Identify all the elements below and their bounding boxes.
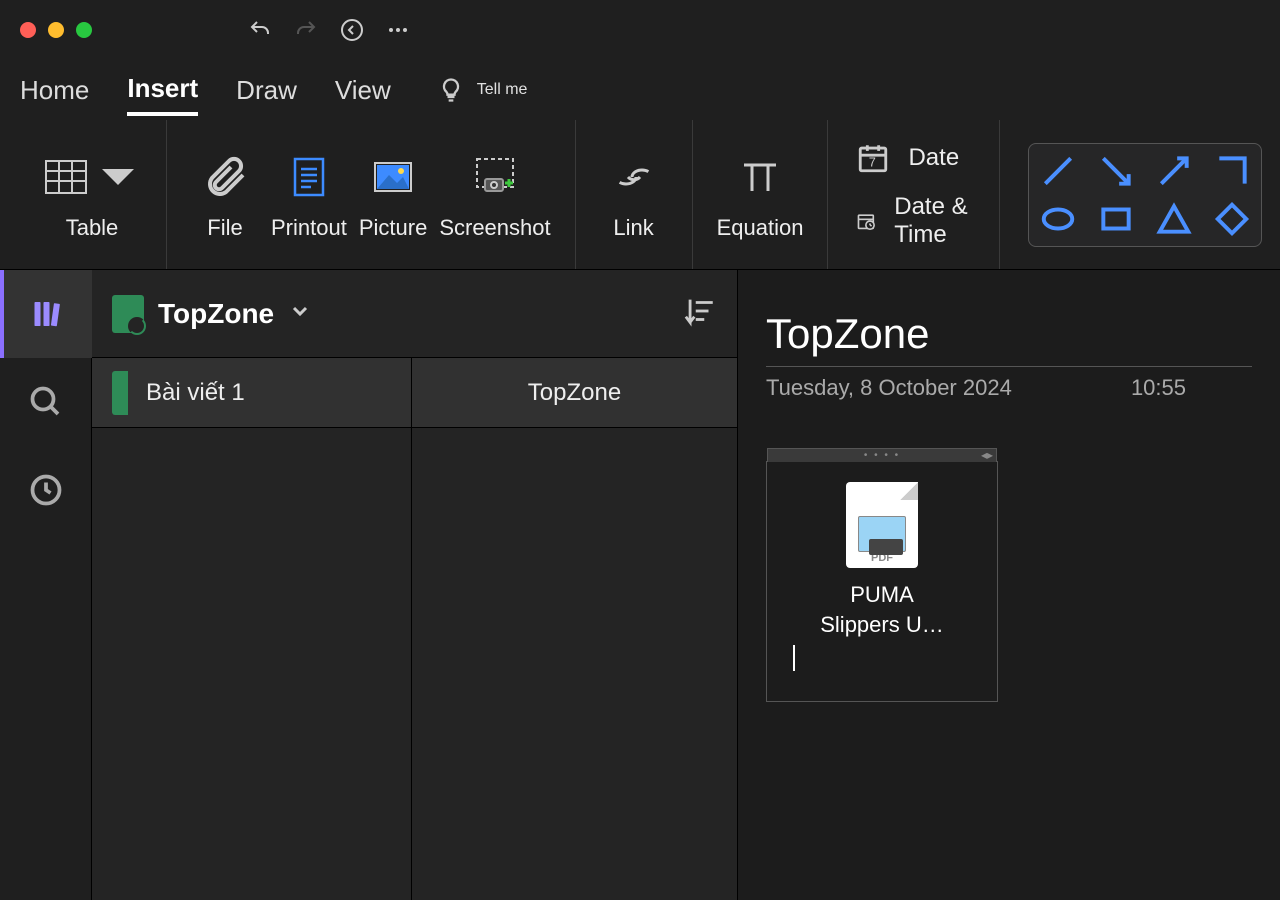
pdf-file-icon: PDF <box>846 482 918 568</box>
page-item[interactable]: TopZone <box>412 358 737 428</box>
sections-list: Bài viết 1 <box>92 358 412 900</box>
ribbon: Table File Printout Picture Screenshot L… <box>0 120 1280 270</box>
notebook-header: TopZone <box>92 270 737 358</box>
insert-date-button[interactable]: 7 Date <box>856 141 971 175</box>
notebook-icon <box>112 295 144 333</box>
section-name: Bài viết 1 <box>146 379 245 407</box>
calendar-clock-icon <box>856 204 876 238</box>
page-meta: Tuesday, 8 October 2024 10:55 <box>766 375 1186 401</box>
titlebar <box>0 0 1280 60</box>
shape-triangle-icon[interactable] <box>1155 200 1193 238</box>
container-nav-arrows[interactable]: ◂▸ <box>981 448 993 462</box>
printout-icon <box>285 149 333 205</box>
file-attachment[interactable]: PDF PUMA Slippers U… <box>775 482 989 639</box>
shape-line-icon[interactable] <box>1039 152 1077 190</box>
maximize-window[interactable] <box>76 22 92 38</box>
window-controls <box>20 22 92 38</box>
section-color-tab <box>112 371 128 415</box>
rail-notebooks[interactable] <box>0 270 92 358</box>
sort-button[interactable] <box>683 294 717 333</box>
clock-icon <box>28 472 64 508</box>
attachment-name: PUMA Slippers U… <box>775 580 989 639</box>
shape-corner-icon[interactable] <box>1213 152 1251 190</box>
chevron-down-icon <box>288 299 312 328</box>
calendar-icon: 7 <box>856 141 890 175</box>
shape-ellipse-icon[interactable] <box>1039 200 1077 238</box>
shape-diamond-icon[interactable] <box>1213 200 1251 238</box>
equation-icon <box>736 149 784 205</box>
notebook-picker[interactable]: TopZone <box>112 295 312 333</box>
page-date[interactable]: Tuesday, 8 October 2024 <box>766 375 1012 401</box>
tab-home[interactable]: Home <box>20 67 89 114</box>
tab-insert[interactable]: Insert <box>127 65 198 116</box>
insert-link-button[interactable]: Link <box>594 149 674 241</box>
shape-rect-icon[interactable] <box>1097 200 1135 238</box>
minimize-window[interactable] <box>48 22 64 38</box>
insert-picture-button[interactable]: Picture <box>353 149 433 241</box>
paperclip-icon <box>201 149 249 205</box>
page-time[interactable]: 10:55 <box>1131 375 1186 401</box>
insert-table-button[interactable]: Table <box>36 149 148 241</box>
insert-file-button[interactable]: File <box>185 149 265 241</box>
notebooks-icon <box>30 296 66 332</box>
left-rail <box>0 270 92 900</box>
rail-recent[interactable] <box>0 446 92 534</box>
main-area: TopZone Bài viết 1 TopZone TopZone <box>0 270 1280 900</box>
svg-text:7: 7 <box>869 154 876 169</box>
link-icon <box>610 149 658 205</box>
redo-button[interactable] <box>288 12 324 48</box>
insert-datetime-button[interactable]: Date & Time <box>856 193 971 249</box>
tab-draw[interactable]: Draw <box>236 67 297 114</box>
shape-arrow-icon[interactable] <box>1097 152 1135 190</box>
container-drag-handle[interactable] <box>767 448 997 462</box>
section-item[interactable]: Bài viết 1 <box>92 358 411 428</box>
rail-search[interactable] <box>0 358 92 446</box>
undo-button[interactable] <box>242 12 278 48</box>
close-window[interactable] <box>20 22 36 38</box>
tell-me-label: Tell me <box>477 81 528 99</box>
notebook-name: TopZone <box>158 298 274 330</box>
shape-gallery[interactable] <box>1028 143 1262 247</box>
table-icon <box>42 149 142 205</box>
note-container[interactable]: ◂▸ PDF PUMA Slippers U… <box>766 461 998 702</box>
page-title[interactable]: TopZone <box>766 310 1252 358</box>
pages-list: TopZone <box>412 358 737 900</box>
overflow-menu[interactable] <box>380 12 416 48</box>
text-cursor <box>793 645 795 671</box>
insert-printout-button[interactable]: Printout <box>265 149 353 241</box>
page-canvas[interactable]: TopZone Tuesday, 8 October 2024 10:55 ◂▸… <box>738 270 1280 900</box>
picture-icon <box>369 149 417 205</box>
tab-view[interactable]: View <box>335 67 391 114</box>
screenshot-icon <box>471 149 519 205</box>
tell-me-search[interactable]: Tell me <box>437 76 528 104</box>
search-icon <box>28 384 64 420</box>
sort-icon <box>683 294 717 328</box>
insert-equation-button[interactable]: Equation <box>711 149 810 241</box>
title-underline <box>766 366 1252 367</box>
ribbon-tabs: Home Insert Draw View Tell me <box>0 60 1280 120</box>
insert-screenshot-button[interactable]: Screenshot <box>433 149 556 241</box>
page-name: TopZone <box>528 379 621 407</box>
back-button[interactable] <box>334 12 370 48</box>
navigation-pane: TopZone Bài viết 1 TopZone <box>92 270 738 900</box>
lightbulb-icon <box>437 76 465 104</box>
shape-arrow2-icon[interactable] <box>1155 152 1193 190</box>
